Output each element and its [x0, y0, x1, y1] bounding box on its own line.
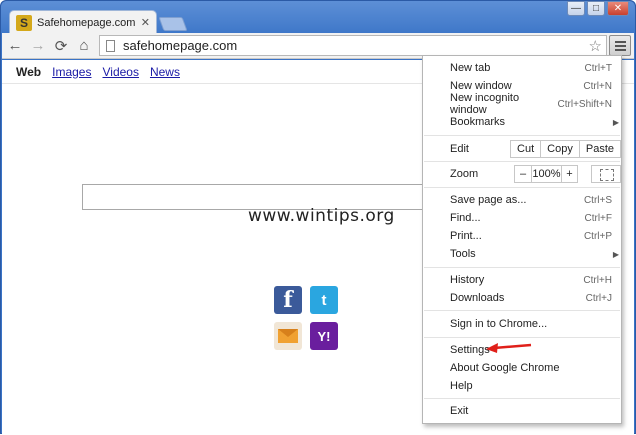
menu-shortcut: Ctrl+N: [583, 80, 612, 92]
menu-label: About Google Chrome: [450, 362, 560, 374]
menu-shortcut: Ctrl+J: [585, 292, 612, 304]
paste-button[interactable]: Paste: [579, 140, 621, 158]
chrome-menu-button[interactable]: [609, 35, 631, 56]
twitter-icon[interactable]: t: [310, 286, 338, 314]
menu-separator: [424, 267, 620, 268]
close-window-button[interactable]: ✕: [607, 1, 629, 16]
menu-label: Print...: [450, 230, 482, 242]
menu-item-history[interactable]: History Ctrl+H: [423, 271, 621, 289]
browser-window: S Safehomepage.com ✕ — □ ✕ ← → ⟳ ⌂ safeh…: [0, 0, 636, 435]
menu-separator: [424, 337, 620, 338]
site-favicon-icon: S: [16, 14, 32, 31]
address-bar[interactable]: safehomepage.com ☆: [99, 35, 607, 56]
nav-videos[interactable]: Videos: [102, 65, 138, 79]
copy-button[interactable]: Copy: [541, 140, 580, 158]
back-button[interactable]: ←: [5, 36, 25, 56]
menu-shortcut: Ctrl+S: [583, 194, 612, 206]
nav-news[interactable]: News: [150, 65, 180, 79]
window-controls: — □ ✕: [565, 1, 629, 16]
menu-item-tools[interactable]: Tools ▶: [423, 245, 621, 263]
watermark-text: www.wintips.org: [248, 206, 395, 226]
menu-item-bookmarks[interactable]: Bookmarks ▶: [423, 113, 621, 131]
menu-label: Bookmarks: [450, 116, 506, 128]
maximize-button[interactable]: □: [587, 1, 605, 16]
minimize-button[interactable]: —: [567, 1, 585, 16]
menu-separator: [424, 135, 620, 136]
menu-item-save-page[interactable]: Save page as... Ctrl+S: [423, 191, 621, 209]
menu-label: Sign in to Chrome...: [450, 318, 548, 330]
zoom-in-button[interactable]: +: [562, 165, 578, 183]
menu-label: Find...: [450, 212, 481, 224]
menu-edit-row: Edit Cut Copy Paste: [423, 138, 621, 160]
menu-label: New window: [450, 80, 512, 92]
menu-label: Zoom: [450, 168, 479, 180]
fullscreen-icon[interactable]: [591, 165, 621, 183]
menu-item-new-incognito-window[interactable]: New incognito window Ctrl+Shift+N: [423, 92, 621, 116]
new-tab-button[interactable]: [158, 17, 188, 31]
submenu-arrow-icon: ▶: [612, 117, 619, 127]
tab-close-icon[interactable]: ✕: [141, 16, 150, 29]
menu-label: Settings: [450, 344, 490, 356]
menu-separator: [424, 398, 620, 399]
menu-label: Downloads: [450, 292, 505, 304]
menu-label: Help: [450, 380, 473, 392]
home-button[interactable]: ⌂: [74, 36, 94, 56]
menu-label: Save page as...: [450, 194, 527, 206]
menu-item-find[interactable]: Find... Ctrl+F: [423, 209, 621, 227]
url-text: safehomepage.com: [123, 38, 238, 53]
menu-shortcut: Ctrl+P: [583, 230, 612, 242]
email-icon[interactable]: [274, 322, 302, 350]
menu-label: Edit: [450, 143, 469, 155]
menu-item-exit[interactable]: Exit: [423, 402, 621, 420]
forward-button[interactable]: →: [28, 36, 48, 56]
menu-label: New tab: [450, 62, 491, 74]
menu-shortcut: Ctrl+H: [583, 274, 612, 286]
menu-shortcut: Ctrl+T: [584, 62, 613, 74]
menu-shortcut: Ctrl+F: [584, 212, 613, 224]
browser-tab[interactable]: S Safehomepage.com ✕: [9, 10, 157, 34]
menu-separator: [424, 187, 620, 188]
menu-zoom-row: Zoom – 100% +: [423, 163, 621, 185]
menu-label: Tools: [450, 248, 476, 260]
hamburger-icon-bar: [614, 44, 626, 47]
menu-label: Exit: [450, 405, 469, 417]
reload-button[interactable]: ⟳: [51, 36, 71, 56]
yahoo-icon[interactable]: Y!: [310, 322, 338, 350]
menu-item-print[interactable]: Print... Ctrl+P: [423, 227, 621, 245]
envelope-shape: [278, 329, 298, 343]
zoom-level: 100%: [532, 165, 562, 183]
cut-button[interactable]: Cut: [510, 140, 542, 158]
nav-images[interactable]: Images: [52, 65, 91, 79]
tab-title: Safehomepage.com: [37, 16, 136, 29]
submenu-arrow-icon: ▶: [612, 249, 619, 259]
hamburger-icon-bar: [614, 40, 626, 43]
red-arrow-annotation-icon: [486, 343, 532, 353]
title-bar: S Safehomepage.com ✕ — □ ✕: [1, 1, 635, 34]
menu-item-sign-in[interactable]: Sign in to Chrome...: [423, 315, 621, 333]
chrome-menu: New tab Ctrl+T New window Ctrl+N New inc…: [422, 55, 622, 424]
hamburger-icon-bar: [614, 48, 626, 51]
zoom-out-button[interactable]: –: [514, 165, 532, 183]
menu-shortcut: Ctrl+Shift+N: [557, 98, 612, 110]
menu-item-downloads[interactable]: Downloads Ctrl+J: [423, 289, 621, 307]
bookmark-star-icon[interactable]: ☆: [589, 37, 602, 55]
nav-web[interactable]: Web: [16, 65, 41, 79]
menu-item-about[interactable]: About Google Chrome: [423, 359, 621, 377]
menu-separator: [424, 161, 620, 162]
menu-item-help[interactable]: Help: [423, 377, 621, 395]
menu-separator: [424, 310, 620, 311]
menu-label: History: [450, 274, 485, 286]
facebook-icon[interactable]: f: [274, 286, 302, 314]
menu-item-new-tab[interactable]: New tab Ctrl+T: [423, 59, 621, 77]
page-icon: [106, 39, 115, 52]
